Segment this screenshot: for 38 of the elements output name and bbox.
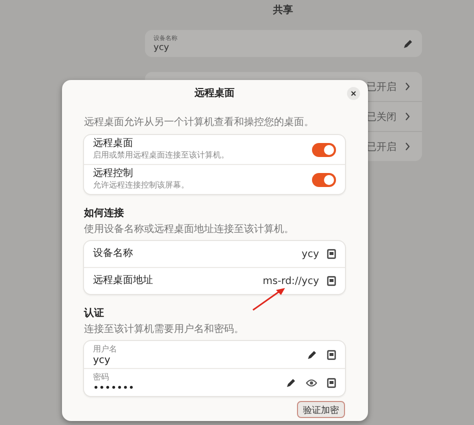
chevron-icon: [404, 112, 410, 121]
edit-icon[interactable]: [402, 38, 412, 48]
row-label: 设备名称: [93, 248, 133, 260]
switch-description: 启用或禁用远程桌面连接至该计算机。: [93, 150, 230, 160]
field-label: 密码: [93, 372, 110, 382]
field-value: ycy: [154, 43, 170, 53]
dialog-title: 远程桌面: [194, 86, 234, 100]
toggle-switch[interactable]: [312, 142, 336, 156]
field-value[interactable]: ycy: [93, 354, 297, 366]
copy-icon[interactable]: [327, 378, 336, 388]
field-label: 用户名: [93, 344, 118, 354]
row-value: ms-rd://ycy: [262, 276, 319, 286]
close-button[interactable]: [347, 87, 360, 100]
annotation-arrow: [252, 287, 286, 311]
switch-label: 远程控制: [93, 168, 134, 180]
section-heading: 如何连接: [84, 206, 125, 220]
verify-encryption-button[interactable]: 验证加密: [297, 401, 345, 418]
chevron-icon: [404, 82, 410, 91]
page-title: 共享: [273, 3, 293, 17]
close-icon: [351, 91, 356, 96]
row-label: 远程桌面地址: [93, 275, 153, 287]
copy-icon[interactable]: [327, 350, 336, 360]
row-value: ycy: [302, 248, 319, 260]
edit-icon[interactable]: [286, 378, 296, 388]
copy-icon[interactable]: [327, 276, 336, 286]
eye-icon[interactable]: [306, 378, 317, 386]
edit-icon[interactable]: [307, 350, 317, 360]
status-text: 已开启: [366, 80, 396, 94]
field-value[interactable]: •••••••: [93, 382, 276, 394]
switch-description: 允许远程连接控制该屏幕。: [93, 180, 190, 190]
chevron-icon: [404, 142, 410, 151]
switch-label: 远程桌面: [93, 138, 134, 150]
toggle-switch[interactable]: [312, 172, 336, 186]
section-description: 连接至该计算机需要用户名和密码。: [84, 322, 245, 336]
dialog-description: 远程桌面允许从另一个计算机查看和操控您的桌面。: [84, 116, 315, 129]
section-description: 使用设备名称或远程桌面地址连接至该计算机。: [84, 222, 295, 236]
section-heading: 认证: [84, 306, 105, 320]
copy-icon[interactable]: [327, 249, 336, 259]
